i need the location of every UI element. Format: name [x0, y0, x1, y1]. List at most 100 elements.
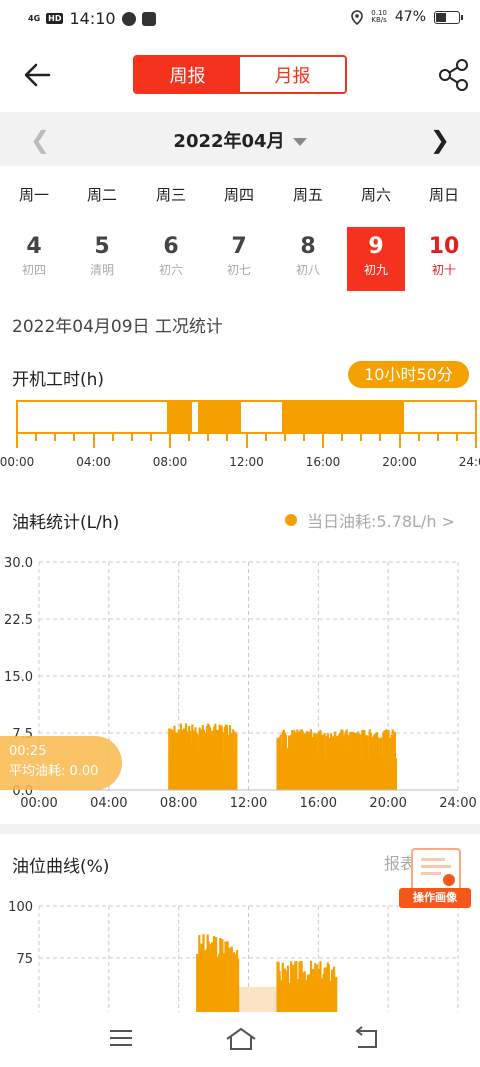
timeline-tick: [35, 433, 38, 441]
timeline-tick: [360, 433, 363, 441]
timeline-tick: [207, 433, 210, 441]
timeline-tick: [111, 433, 114, 441]
day-cell[interactable]: 5 清明: [73, 227, 131, 291]
x-tick-label: 04:00: [90, 796, 127, 811]
battery-icon: [434, 10, 463, 24]
share-icon[interactable]: [438, 58, 470, 92]
month-label: 2022年04月: [173, 131, 285, 152]
timeline-on-segment: [281, 402, 404, 432]
timeline-tick: [341, 433, 344, 441]
level-chart[interactable]: 75 100: [0, 894, 480, 1012]
timeline-ticks: [16, 433, 477, 449]
timeline-on-segment: [167, 402, 193, 432]
level-title: 油位曲线(%): [12, 857, 110, 877]
day-cell[interactable]: 10 初十: [415, 227, 473, 291]
weekday-label: 周五: [292, 186, 323, 204]
timeline-tick-label: 16:00: [305, 455, 341, 469]
location-icon: [351, 9, 364, 25]
level-bar: [236, 958, 240, 1012]
section-divider: [0, 824, 480, 834]
day-cell[interactable]: 8 初八: [279, 227, 337, 291]
timeline-tick: [169, 433, 171, 448]
timeline-tick: [283, 433, 286, 441]
caret-down-icon: [292, 138, 307, 146]
timeline-tick-label: 00:00: [0, 455, 35, 469]
timeline-tick: [149, 433, 152, 441]
date-title: 2022年04月09日 工况统计: [12, 317, 223, 337]
message-icon: [141, 11, 156, 26]
legend-dot-icon: [285, 514, 297, 526]
y-tick-label: 22.5: [4, 613, 33, 628]
weekday-label: 周三: [155, 186, 186, 204]
system-nav-bar: [0, 1012, 480, 1067]
day-cell[interactable]: 6 初六: [142, 227, 200, 291]
battery-percent: 47%: [394, 9, 426, 25]
fuel-today-link[interactable]: 当日油耗:5.78L/h >: [285, 508, 455, 532]
x-tick-label: 16:00: [300, 796, 337, 811]
status-bar: 4G HD 14:10 0.10 KB/s 47%: [0, 0, 480, 36]
work-hours-total: 10小时50分: [348, 361, 469, 388]
back-icon[interactable]: [352, 1026, 380, 1050]
level-bar: [335, 976, 338, 1012]
timeline-tick: [130, 433, 133, 441]
home-icon[interactable]: [225, 1026, 257, 1052]
tab-month[interactable]: 月报: [240, 57, 345, 92]
status-time: 14:10: [69, 9, 116, 28]
timeline-tick: [188, 433, 191, 441]
x-tick-label: 00:00: [20, 796, 57, 811]
fuel-title: 油耗统计(L/h): [12, 513, 120, 533]
timeline-tick: [245, 433, 248, 448]
timeline-tick: [436, 433, 439, 441]
timeline-tick: [417, 433, 420, 441]
work-hours-title: 开机工时(h): [12, 370, 105, 390]
menu-icon[interactable]: [108, 1026, 134, 1050]
weekday-label: 周六: [360, 186, 391, 204]
weekday-label: 周二: [86, 186, 117, 204]
x-tick-label: 24:00: [439, 796, 476, 811]
timeline-on-segment: [197, 402, 241, 432]
timeline-tick: [475, 433, 477, 448]
hd-indicator: HD: [46, 13, 64, 24]
timeline-tick: [54, 433, 57, 441]
y-tick-label: 30.0: [4, 556, 33, 571]
timeline-tick: [73, 433, 76, 441]
tab-week[interactable]: 周报: [135, 57, 240, 92]
timeline-tick: [379, 433, 382, 441]
timeline-tick-label: 08:00: [152, 455, 188, 469]
timeline-tick: [398, 433, 401, 448]
day-cell[interactable]: 4 初四: [5, 227, 63, 291]
x-tick-label: 20:00: [369, 796, 406, 811]
timeline-tick: [264, 433, 267, 441]
next-month-icon[interactable]: ❯: [430, 126, 450, 154]
back-arrow-icon[interactable]: [22, 60, 52, 90]
work-hours-timeline: [16, 400, 477, 434]
notification-icon: [121, 11, 136, 26]
weekday-label: 周四: [223, 186, 254, 204]
y-tick-label: 100: [8, 900, 33, 915]
net-speed: 0.10 KB/s: [371, 9, 387, 24]
timeline-tick: [302, 433, 305, 441]
y-tick-label: 15.0: [4, 670, 33, 685]
weekday-label: 周日: [428, 186, 459, 204]
x-tick-label: 12:00: [230, 796, 267, 811]
fuel-bar: [394, 757, 398, 790]
y-tick-label: 75: [16, 952, 33, 967]
signal-indicator: 4G: [28, 13, 41, 23]
operation-profile-badge[interactable]: 操作画像: [399, 846, 471, 910]
timeline-tick: [455, 433, 458, 441]
day-cell-selected[interactable]: 9 初九: [347, 227, 405, 291]
day-cell[interactable]: 7 初七: [210, 227, 268, 291]
timeline-tick: [92, 433, 95, 448]
month-selector: ❮ 2022年04月 ❯: [0, 112, 480, 166]
month-dropdown[interactable]: 2022年04月: [0, 127, 480, 153]
timeline-tick: [16, 433, 18, 448]
weekday-label: 周一: [18, 186, 49, 204]
x-tick-label: 08:00: [160, 796, 197, 811]
timeline-tick-label: 12:00: [229, 455, 264, 469]
timeline-tick-label: 04:00: [76, 455, 111, 469]
timeline-tick: [226, 433, 229, 441]
chart-tooltip: 00:25 平均油耗: 0.00: [0, 736, 122, 790]
fuel-bar: [235, 733, 238, 790]
timeline-tick: [322, 433, 324, 448]
timeline-tick-label: 24:00: [458, 455, 480, 469]
